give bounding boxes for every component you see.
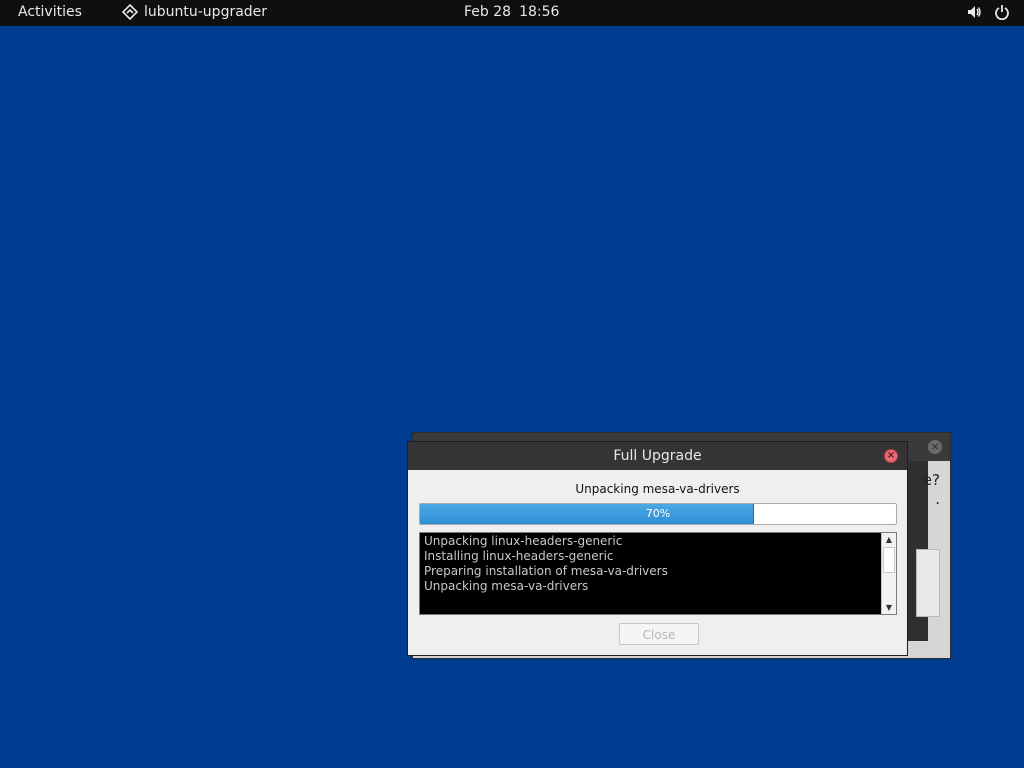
clock[interactable]: Feb 28 18:56 bbox=[464, 4, 559, 20]
power-icon bbox=[995, 5, 1009, 20]
scroll-down-icon[interactable]: ▼ bbox=[882, 601, 896, 614]
background-window-field bbox=[916, 549, 940, 617]
volume-icon bbox=[968, 6, 981, 18]
log-line: Unpacking linux-headers-generic bbox=[424, 534, 623, 548]
app-name: lubuntu-upgrader bbox=[144, 4, 268, 20]
close-icon[interactable]: × bbox=[884, 449, 898, 463]
upgrade-status-label: Unpacking mesa-va-drivers bbox=[575, 482, 740, 496]
activities-button[interactable]: Activities bbox=[18, 4, 82, 20]
close-button[interactable]: Close bbox=[619, 623, 699, 645]
background-window-text-line: . bbox=[935, 490, 940, 508]
progress-percent: 70% bbox=[645, 507, 671, 520]
log-line: Installing linux-headers-generic bbox=[424, 549, 614, 563]
log-line: Preparing installation of mesa-va-driver… bbox=[424, 564, 668, 578]
log-lines: Unpacking linux-headers-generic Installin… bbox=[424, 534, 880, 594]
upgrader-icon bbox=[122, 4, 138, 20]
log-line: Unpacking mesa-va-drivers bbox=[424, 579, 589, 593]
log-scrollbar[interactable]: ▲ ▼ bbox=[881, 533, 896, 614]
background-window-text: e? . bbox=[923, 471, 940, 509]
clock-time: 18:56 bbox=[519, 4, 560, 20]
upgrade-log[interactable]: Unpacking linux-headers-generic Installin… bbox=[419, 532, 897, 615]
background-window-text-line: e? bbox=[922, 471, 940, 489]
dialog-titlebar[interactable]: Full Upgrade × bbox=[408, 442, 907, 470]
top-bar: Activities lubuntu-upgrader Feb 28 18:56 bbox=[0, 0, 1024, 26]
dialog-title: Full Upgrade bbox=[613, 448, 702, 464]
scroll-up-icon[interactable]: ▲ bbox=[882, 533, 896, 546]
system-menu[interactable] bbox=[966, 4, 1010, 20]
background-window-close-icon[interactable]: × bbox=[928, 440, 942, 454]
app-menu[interactable]: lubuntu-upgrader bbox=[122, 4, 267, 20]
scroll-thumb[interactable] bbox=[883, 547, 895, 573]
upgrade-progress-bar: 70% bbox=[419, 503, 897, 525]
clock-date: Feb 28 bbox=[464, 4, 512, 20]
full-upgrade-dialog[interactable]: Full Upgrade × Unpacking mesa-va-drivers… bbox=[407, 441, 908, 656]
